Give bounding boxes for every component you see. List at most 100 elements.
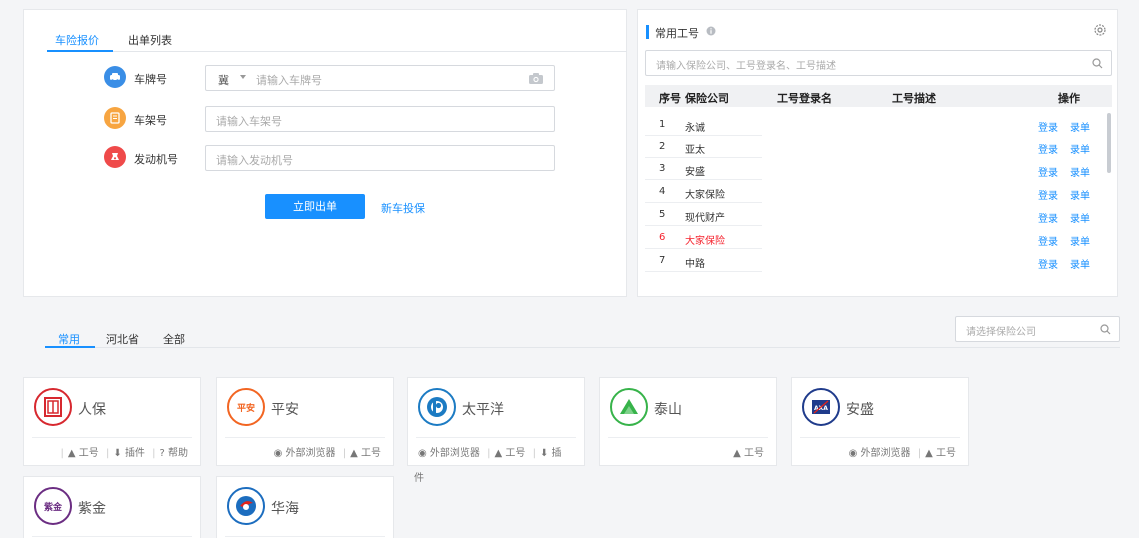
search-icon[interactable] <box>1100 324 1111 335</box>
engine-input[interactable]: 请输入发动机号 <box>205 145 555 171</box>
company-card-pingan[interactable]: 平安 平安 ◉ 外部浏览器 | ▲ 工号 <box>216 377 394 466</box>
quote-panel: 车险报价 出单列表 车牌号 冀 请输入车牌号 车架号 请输入车架号 发动机号 请… <box>23 9 627 297</box>
download-icon: ⬇ <box>113 448 122 459</box>
quote-tabs: 车险报价 出单列表 <box>47 20 627 52</box>
settings-icon[interactable] <box>1093 23 1107 37</box>
company-card-axa[interactable]: AXA 安盛 ◉ 外部浏览器 | ▲ 工号 <box>791 377 969 466</box>
account-action[interactable]: 工号 <box>79 448 99 459</box>
record-link[interactable]: 录单 <box>1070 168 1090 179</box>
external-browser-action[interactable]: 外部浏览器 <box>430 448 480 459</box>
col-company: 保险公司 <box>685 92 729 105</box>
frame-row: 车架号 请输入车架号 <box>104 106 584 132</box>
card-divider <box>225 536 385 537</box>
card-actions: ◉ 外部浏览器 | ▲ 工号 | ⬇ 插 <box>418 448 562 459</box>
taishan-logo-icon <box>610 388 648 426</box>
card-divider <box>800 437 960 438</box>
row-actions: 登录 录单 <box>1038 210 1102 225</box>
tab-active-indicator <box>45 346 95 348</box>
document-icon <box>104 107 126 129</box>
accounts-search-input[interactable]: 请输入保险公司、工号登录名、工号描述 <box>645 50 1112 76</box>
login-link[interactable]: 登录 <box>1038 168 1058 179</box>
camera-icon[interactable] <box>528 72 544 85</box>
frame-input[interactable]: 请输入车架号 <box>205 106 555 132</box>
company-card-cpic[interactable]: 太平洋 ◉ 外部浏览器 | ▲ 工号 | ⬇ 插 <box>407 377 585 466</box>
login-link[interactable]: 登录 <box>1038 237 1058 248</box>
huahai-logo-icon <box>227 487 265 525</box>
info-icon[interactable] <box>706 26 716 36</box>
table-row: 3 安盛 <box>645 158 762 180</box>
engine-row: 发动机号 请输入发动机号 <box>104 145 584 171</box>
row-actions: 登录 录单 <box>1038 256 1102 271</box>
logo-text: 紫金 <box>44 501 63 513</box>
table-row: 7 中路 <box>645 250 762 272</box>
company-card-picc[interactable]: 人保 | ▲ 工号 | ⬇ 插件 |? 帮助 <box>23 377 201 466</box>
login-link[interactable]: 登录 <box>1038 260 1058 271</box>
accounts-panel: 常用工号 请输入保险公司、工号登录名、工号描述 序号 保险公司 工号登录名 工号… <box>637 9 1118 297</box>
plugin-action[interactable]: 插 <box>552 448 562 459</box>
tab-common[interactable]: 常用 <box>58 331 80 347</box>
plate-input[interactable]: 冀 请输入车牌号 <box>205 65 555 91</box>
plugin-action-wrap: 件 <box>414 473 424 484</box>
company-search-placeholder: 请选择保险公司 <box>966 327 1036 338</box>
record-link[interactable]: 录单 <box>1070 191 1090 202</box>
company-name: 华海 <box>271 501 299 517</box>
new-car-insurance-link[interactable]: 新车投保 <box>381 200 425 216</box>
record-link[interactable]: 录单 <box>1070 237 1090 248</box>
table-scrollbar[interactable] <box>1107 113 1111 173</box>
company-name: 紫金 <box>78 501 106 517</box>
table-row: 4 大家保险 <box>645 181 762 203</box>
record-link[interactable]: 录单 <box>1070 260 1090 271</box>
company-card-taishan[interactable]: 泰山 ▲ 工号 <box>599 377 777 466</box>
submit-order-button[interactable]: 立即出单 <box>265 194 365 219</box>
tab-quote[interactable]: 车险报价 <box>55 32 99 48</box>
row-company: 大家保险 <box>685 190 725 201</box>
engine-label: 发动机号 <box>134 153 178 166</box>
company-name: 人保 <box>78 402 106 418</box>
col-description: 工号描述 <box>892 92 936 105</box>
card-divider <box>225 437 385 438</box>
engine-placeholder: 请输入发动机号 <box>216 154 293 167</box>
card-actions: ◉ 外部浏览器 | ▲ 工号 <box>273 448 381 459</box>
province-select[interactable]: 冀 <box>218 72 229 88</box>
record-link[interactable]: 录单 <box>1070 214 1090 225</box>
pingan-logo-icon: 平安 <box>227 388 265 426</box>
card-actions: ▲ 工号 <box>733 444 764 459</box>
record-link[interactable]: 录单 <box>1070 123 1090 134</box>
help-action[interactable]: 帮助 <box>168 448 188 459</box>
row-actions: 登录 录单 <box>1038 164 1102 179</box>
col-login-name: 工号登录名 <box>777 92 832 105</box>
globe-icon: ◉ <box>848 448 858 459</box>
row-no: 4 <box>659 186 666 197</box>
login-link[interactable]: 登录 <box>1038 191 1058 202</box>
row-no: 1 <box>659 119 666 130</box>
company-card-zijin[interactable]: 紫金 紫金 <box>23 476 201 538</box>
company-search-input[interactable]: 请选择保险公司 <box>955 316 1120 342</box>
account-action[interactable]: 工号 <box>505 448 525 459</box>
login-link[interactable]: 登录 <box>1038 145 1058 156</box>
account-action[interactable]: 工号 <box>936 448 956 459</box>
login-link[interactable]: 登录 <box>1038 214 1058 225</box>
search-icon[interactable] <box>1092 58 1103 69</box>
accounts-search-placeholder: 请输入保险公司、工号登录名、工号描述 <box>656 61 836 72</box>
row-company: 安盛 <box>685 167 705 178</box>
account-action[interactable]: 工号 <box>361 448 381 459</box>
login-link[interactable]: 登录 <box>1038 123 1058 134</box>
card-divider <box>32 536 192 537</box>
row-company: 现代财产 <box>685 213 725 224</box>
plugin-action[interactable]: 插件 <box>125 448 145 459</box>
engine-icon <box>104 146 126 168</box>
table-row: 2 亚太 <box>645 136 762 158</box>
tab-active-indicator <box>47 50 113 52</box>
tab-order-list[interactable]: 出单列表 <box>128 32 172 48</box>
account-action[interactable]: 工号 <box>744 448 764 459</box>
tab-all[interactable]: 全部 <box>163 331 185 347</box>
external-browser-action[interactable]: 外部浏览器 <box>286 448 336 459</box>
external-browser-action[interactable]: 外部浏览器 <box>861 448 911 459</box>
tab-hebei[interactable]: 河北省 <box>106 331 139 347</box>
zijin-logo-icon: 紫金 <box>34 487 72 525</box>
company-card-huahai[interactable]: 华海 <box>216 476 394 538</box>
company-name: 泰山 <box>654 402 682 418</box>
table-row: 1 永诚 <box>645 114 762 136</box>
accounts-title: 常用工号 <box>655 27 699 40</box>
record-link[interactable]: 录单 <box>1070 145 1090 156</box>
